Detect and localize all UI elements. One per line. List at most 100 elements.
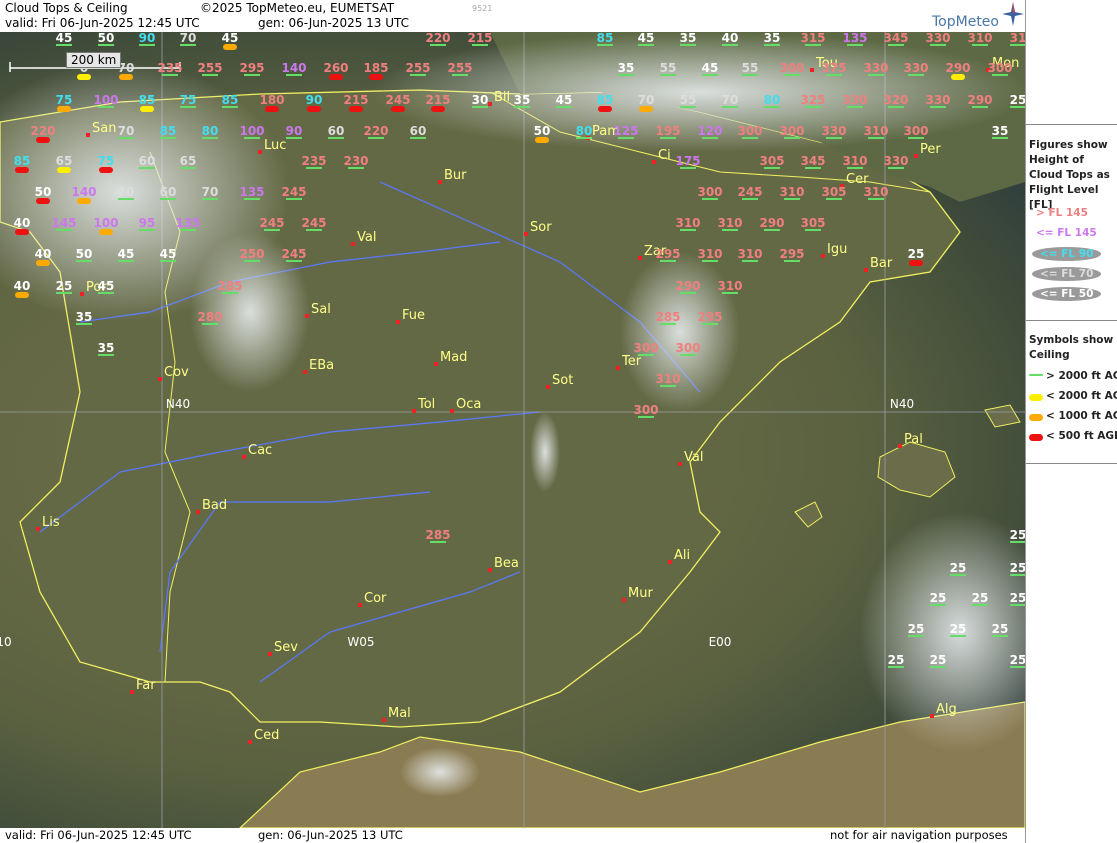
cloud-top-value: 290 [967, 93, 992, 107]
city-marker [638, 256, 642, 260]
cloud-top-value: 30 [472, 93, 489, 107]
city-marker [86, 133, 90, 137]
cloud-top-value: 55 [680, 93, 697, 107]
ceiling-symbol [202, 323, 218, 325]
cloud-top-value: 295 [697, 310, 722, 324]
ceiling-symbol [847, 106, 863, 108]
ceiling-symbol [930, 106, 946, 108]
city-marker [396, 320, 400, 324]
ceiling-symbol [847, 44, 863, 46]
cloud-top-value: 35 [618, 61, 635, 75]
ceiling-symbol [348, 167, 364, 169]
city-label: Sev [274, 640, 298, 655]
cloud-top-value: 300 [633, 403, 658, 417]
city-marker [622, 598, 626, 602]
cloud-top-value: 90 [286, 124, 303, 138]
cloud-top-value: 25 [56, 279, 73, 293]
cloud-top-value: 180 [259, 93, 284, 107]
cloud-top-value: 215 [467, 32, 492, 45]
ibiza [794, 501, 823, 528]
cloud-top-value: 320 [883, 93, 908, 107]
ceiling-symbol [99, 167, 113, 173]
legend-panel: Figures show Height of Cloud Tops as Fli… [1025, 0, 1117, 843]
ceiling-symbol [307, 106, 321, 112]
ceiling-symbol [888, 44, 904, 46]
valid-time: valid: Fri 06-Jun-2025 12:45 UTC [5, 16, 200, 30]
cloud-top-value: 310 [967, 32, 992, 45]
ceiling-symbol [15, 167, 29, 173]
legend-symbol-item: < 2000 ft AGL [1046, 390, 1117, 402]
cloud-top-value: 375 [821, 61, 846, 75]
city-label: Far [136, 678, 156, 693]
ceiling-symbol [56, 44, 72, 46]
cloud-top-value: 310 [842, 154, 867, 168]
cloud-top-value: 75 [56, 93, 73, 107]
ceiling-symbol [638, 354, 654, 356]
cloud-area [530, 412, 560, 492]
cloud-top-value: 25 [1010, 93, 1025, 107]
cloud-top-value: 310 [697, 247, 722, 261]
cloud-top-value: 90 [306, 93, 323, 107]
cloud-top-value: 70 [638, 93, 655, 107]
ceiling-symbol [784, 260, 800, 262]
ceiling-symbol [722, 44, 738, 46]
cloud-top-value: 35 [514, 93, 531, 107]
ceiling-symbol [1010, 106, 1025, 108]
cloud-top-value: 135 [175, 216, 200, 230]
city-marker [268, 652, 272, 656]
ceiling-symbol [764, 229, 780, 231]
city-label: Fue [402, 308, 425, 323]
legend-symbols-title: Symbols show Ceiling [1029, 334, 1114, 361]
ceiling-symbol [680, 167, 696, 169]
ceiling-symbol [638, 44, 654, 46]
city-marker [616, 366, 620, 370]
ceiling-symbol [950, 574, 966, 576]
cloud-top-value: 195 [655, 124, 680, 138]
ceiling-symbol [556, 106, 572, 108]
cloud-top-value: 245 [301, 216, 326, 230]
legend-symbol-item: < 500 ft AGL [1046, 430, 1117, 442]
ceiling-symbol [368, 137, 384, 139]
city-marker [546, 385, 550, 389]
cloud-top-value: 65 [180, 154, 197, 168]
satellite-map[interactable]: Bil San Luc Bur Sor Val Sal Fue Mad EBa Cov Tol Oca S… [0, 32, 1025, 828]
city-label: Ter [621, 354, 642, 369]
cloud-top-value: 60 [139, 154, 156, 168]
cloud-top-value: 255 [405, 61, 430, 75]
ceiling-symbol [618, 74, 634, 76]
city-marker [351, 242, 355, 246]
cloud-top-value: 300 [779, 61, 804, 75]
ceiling-symbol [160, 198, 176, 200]
city-marker [930, 714, 934, 718]
cloud-top-value: 290 [945, 61, 970, 75]
city-marker [358, 603, 362, 607]
cloud-top-value: 290 [759, 216, 784, 230]
map-layer: Bil San Luc Bur Sor Val Sal Fue Mad EBa Cov Tol Oca S… [0, 32, 1025, 828]
city-marker [898, 444, 902, 448]
ceiling-symbol [202, 74, 218, 76]
ceiling-symbol [722, 106, 738, 108]
ceiling-symbol [826, 74, 842, 76]
legend-symbol-item: > 2000 ft AGL [1046, 370, 1117, 382]
cloud-top-value: 305 [821, 185, 846, 199]
city-label: EBa [309, 358, 334, 373]
city-label: Cor [364, 591, 387, 606]
cloud-top-value: 220 [30, 124, 55, 138]
ceiling-symbol [98, 354, 114, 356]
ceiling-symbol [430, 44, 446, 46]
legend-figure-item: <= FL 90 [1032, 247, 1102, 261]
ceiling-symbol [992, 74, 1008, 76]
mallorca [877, 441, 956, 498]
cloud-top-value: 285 [655, 310, 680, 324]
cloud-top-value: 45 [98, 279, 115, 293]
city-label: Val [684, 450, 703, 465]
cloud-top-value: 25 [908, 247, 925, 261]
legend-figures-title: Figures show Height of Cloud Tops as Fli… [1029, 139, 1110, 211]
cloud-top-value: 285 [425, 528, 450, 542]
city-marker [524, 232, 528, 236]
ceiling-symbol [36, 260, 50, 266]
ceiling-symbol [805, 106, 821, 108]
cloud-top-value: 85 [139, 93, 156, 107]
cloud-top-value: 31 [1010, 32, 1025, 45]
city-label: Tol [417, 397, 435, 412]
